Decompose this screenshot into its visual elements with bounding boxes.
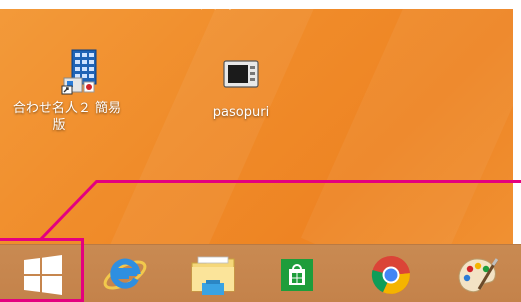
taskbar-paint[interactable] [450,252,504,298]
desktop-icon-label: 合わせ名人２ 簡易 版 [13,100,134,134]
taskbar-internet-explorer[interactable] [98,252,152,298]
desktop-icon-pasopuri[interactable]: pasopuri [186,56,296,121]
device-app-icon [221,56,261,92]
start-button[interactable] [16,252,70,298]
building-app-icon [58,48,100,96]
label-line2: 版 [52,118,66,133]
desktop-icon-awase-meijin[interactable]: 合わせ名人２ 簡易 版 [13,48,134,134]
label-line1: 合わせ名人２ 簡易 [12,101,122,116]
screen: ソフト 合わせ名人２ 簡易 版 pasopuri [0,0,521,302]
cut-off-label: ソフト [197,0,240,13]
store-icon [281,259,313,291]
right-border [513,0,521,244]
internet-explorer-icon [103,258,147,290]
taskbar-file-explorer[interactable] [186,252,240,298]
windows-logo-icon [24,255,62,295]
annotation-line-horizontal [96,180,521,183]
background-stripe [108,0,322,285]
folder-icon [191,256,235,295]
taskbar-store[interactable] [270,252,324,298]
desktop-icon-label: pasopuri [212,105,270,120]
taskbar-chrome[interactable] [364,252,418,298]
top-border [0,0,521,9]
chrome-icon [371,256,410,294]
palette-icon [458,258,499,293]
